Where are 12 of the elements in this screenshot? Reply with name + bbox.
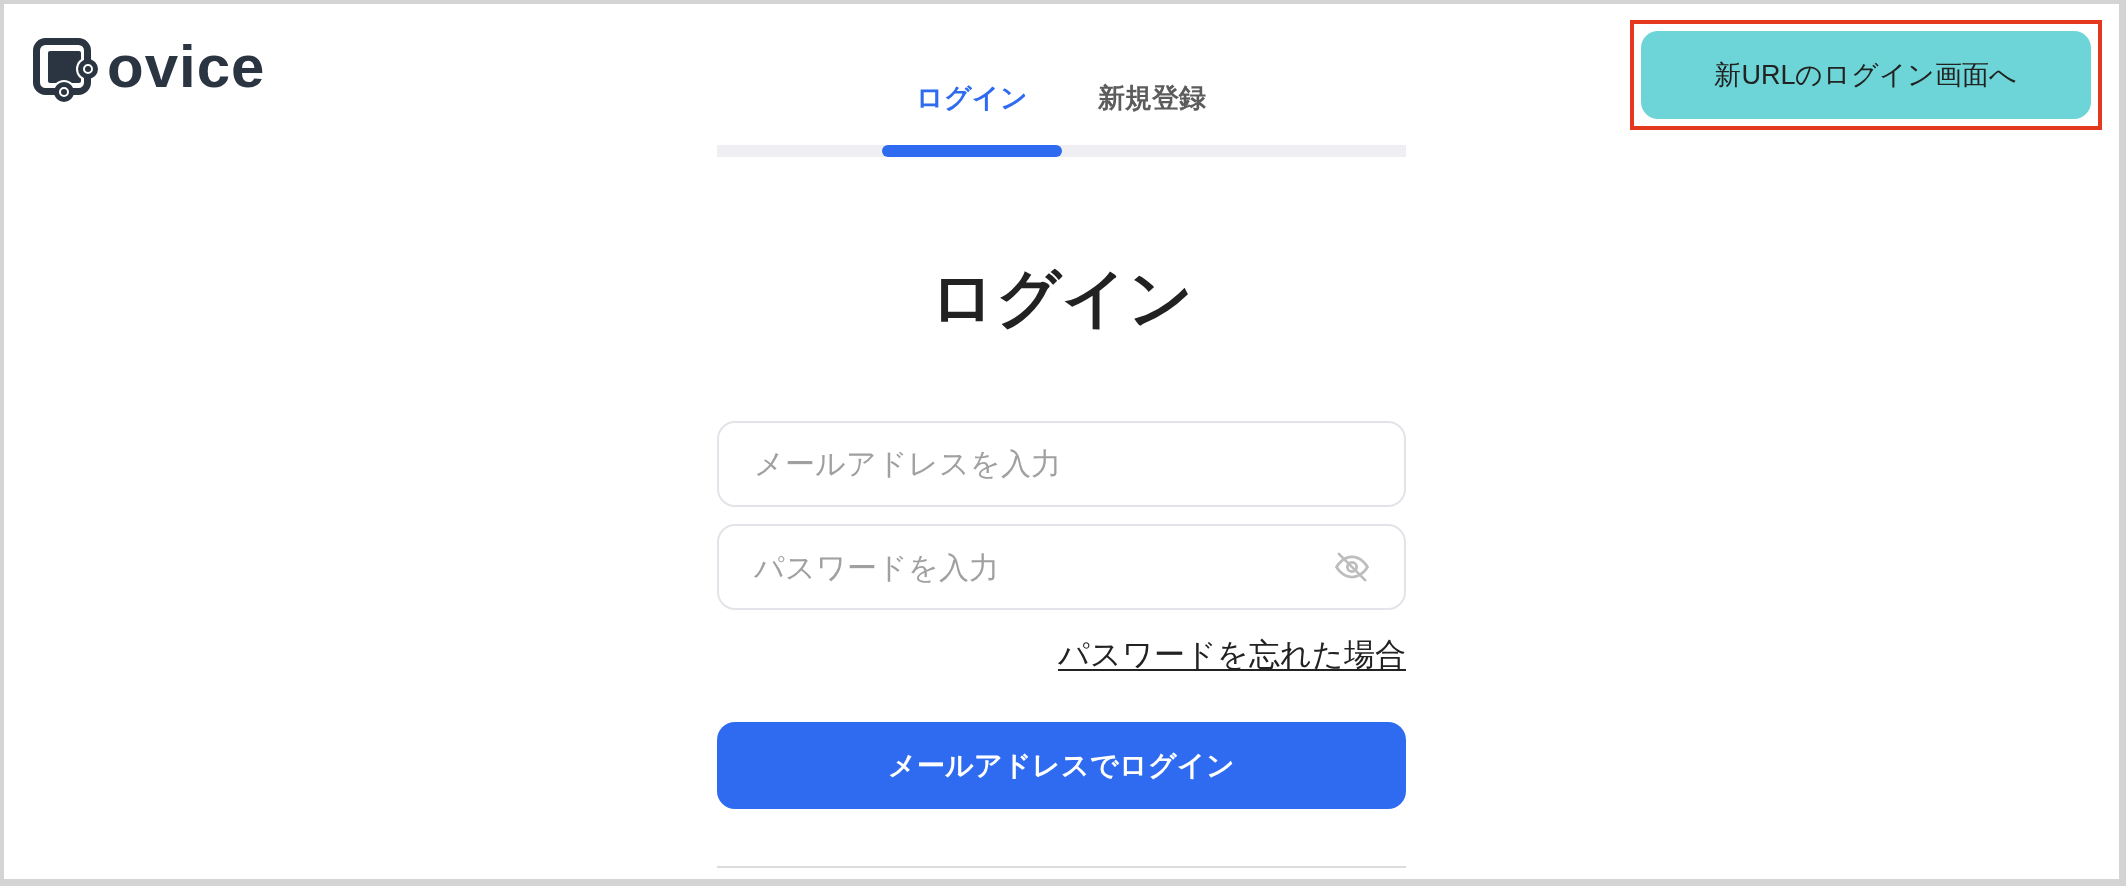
tab[interactable]: 新規登録 — [1061, 70, 1242, 126]
new-url-login-button[interactable]: 新URLのログイン画面へ — [1641, 31, 2091, 119]
page-heading: ログイン — [928, 264, 1195, 332]
password-field[interactable]: パスワードを入力 — [717, 524, 1406, 610]
logo-text: ovice — [107, 37, 266, 97]
tab[interactable]: ログイン — [881, 70, 1062, 126]
forgot-password-link[interactable]: パスワードを忘れた場合 — [1058, 638, 1406, 672]
email-login-button[interactable]: メールアドレスでログイン — [717, 722, 1406, 809]
email-field[interactable]: メールアドレスを入力 — [717, 421, 1406, 507]
eye-off-icon[interactable] — [1335, 550, 1369, 584]
logo-icon — [33, 38, 99, 104]
password-input[interactable]: パスワードを入力 — [754, 547, 1319, 587]
